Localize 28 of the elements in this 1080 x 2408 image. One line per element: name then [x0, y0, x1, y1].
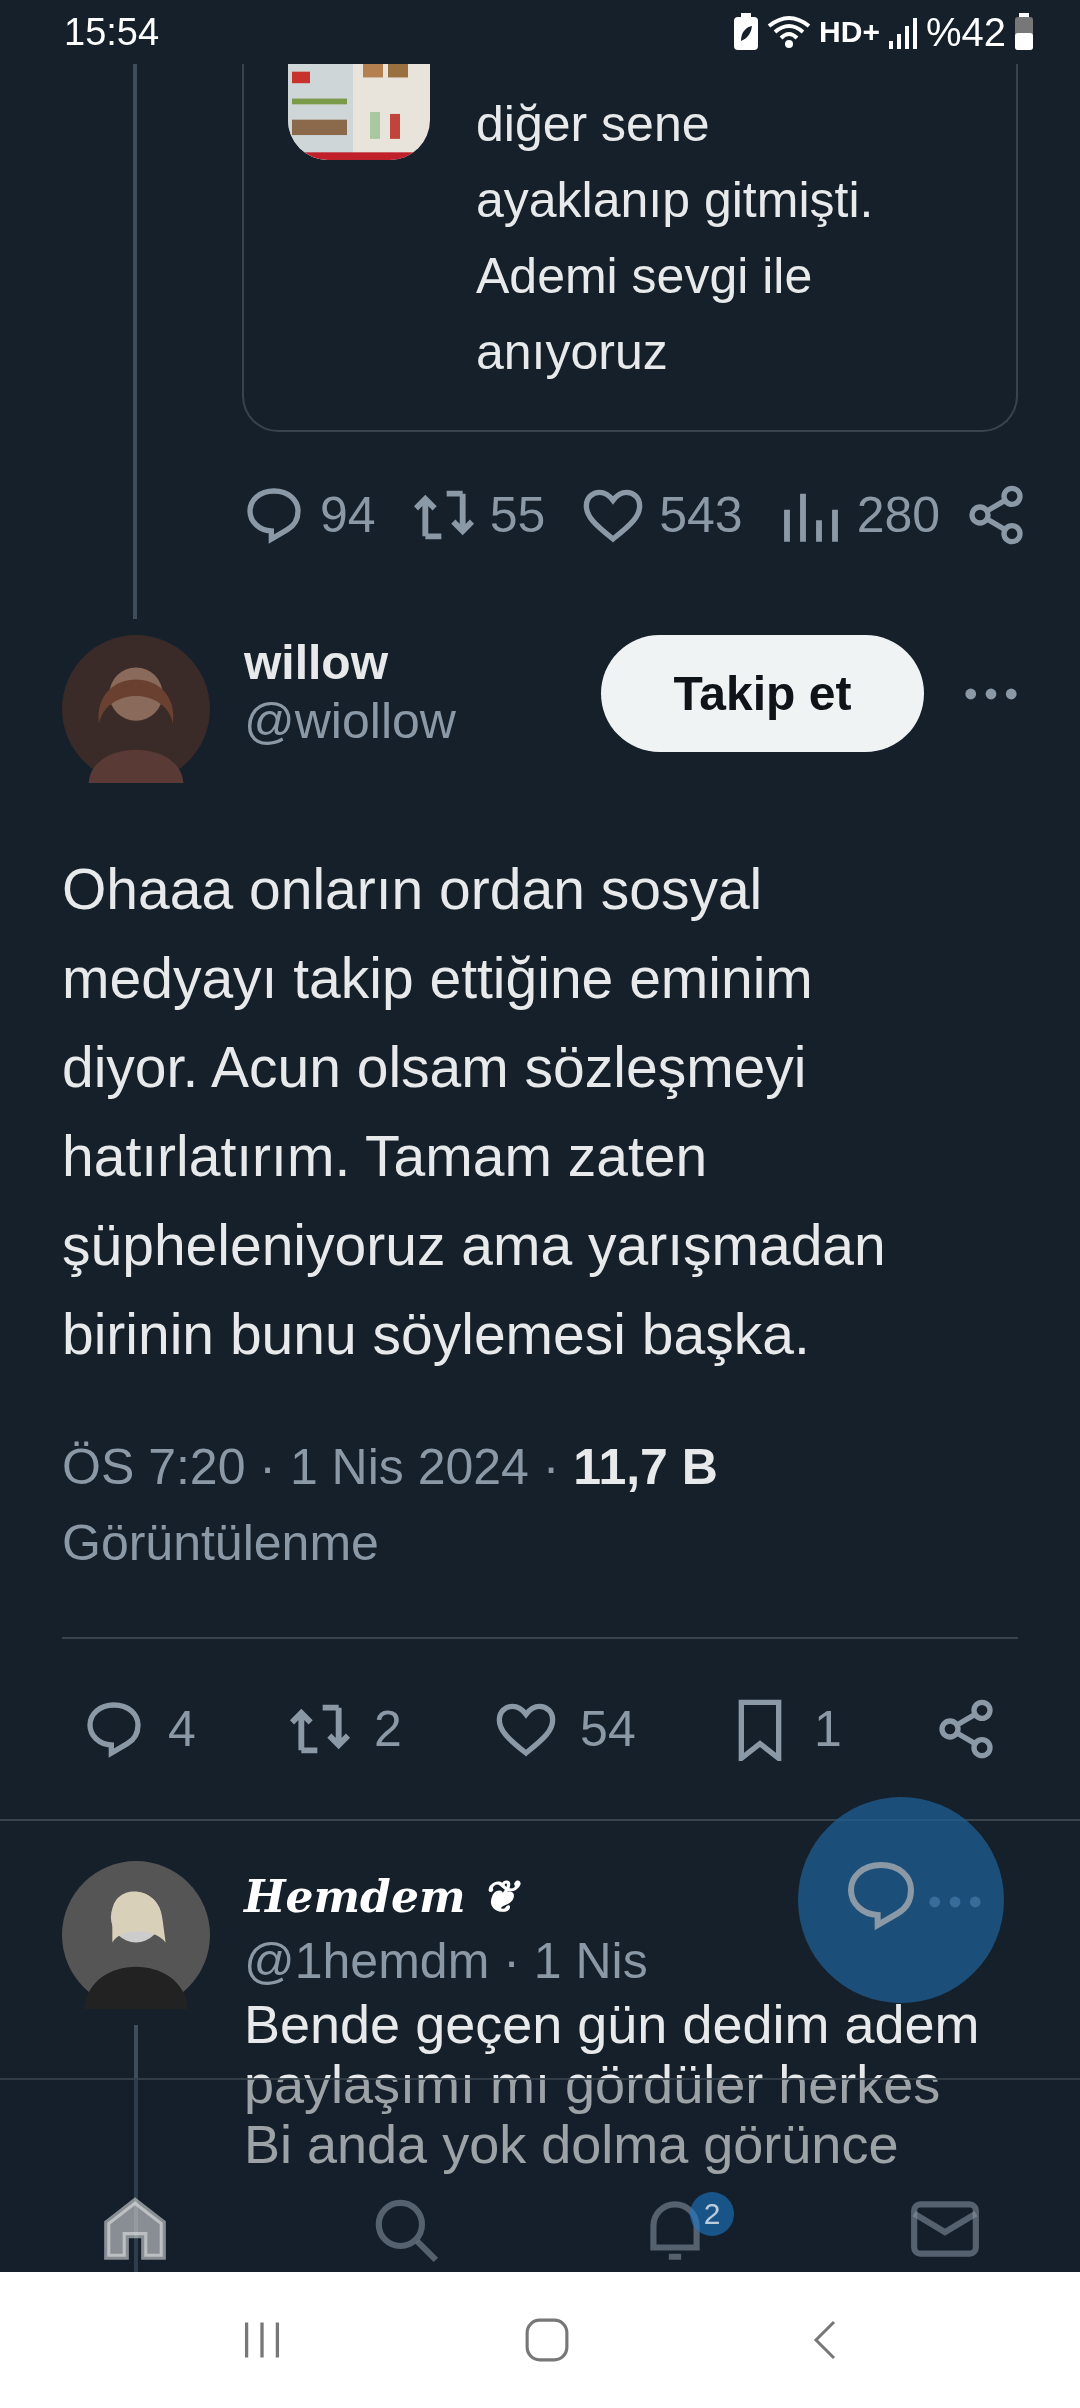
battery-saver-icon [733, 13, 760, 51]
battery-percent: %42 [925, 9, 1006, 55]
notification-badge: 2 [690, 2192, 734, 2236]
reply-count: 94 [320, 486, 376, 544]
home-button-icon[interactable] [524, 2317, 570, 2363]
user-handle[interactable]: @wiollow [244, 692, 601, 750]
wifi-icon [767, 14, 812, 50]
reply-count: 4 [168, 1700, 196, 1758]
user-handle[interactable]: @1hemdm · 1 Nis [244, 1932, 648, 1990]
avatar[interactable] [62, 1861, 210, 2009]
bookmark-count: 1 [813, 1700, 842, 1758]
view-count: 280 [856, 486, 941, 544]
like-count: 543 [659, 486, 743, 544]
battery-icon [1014, 13, 1034, 51]
network-label: HD+ [819, 15, 880, 49]
tweet-meta: ÖS 7:20 · 1 Nis 2024 · 11,7 B Görüntülenme [62, 1438, 719, 1573]
clock: 15:54 [64, 10, 160, 54]
user-name[interactable]: willow [244, 635, 601, 690]
more-icon[interactable] [964, 687, 1018, 701]
retweet-count: 2 [374, 1700, 402, 1758]
signal-icon [887, 15, 918, 49]
tweet-text: Ohaaa onların ordan sosyal medyayı takip ettiğine eminim diyor. Acun olsam sözleşmeyi hatırlatırım. Tamam zaten şüpheleniyoruz ama yarışmadan birinin bunu söylemesi başka. [62, 856, 887, 1368]
reply-text: Bende geçen gün dedim adem paylaşımı mı gördüler herkes Bi anda yok dolma görünce [244, 1994, 980, 2174]
quoted-tweet-text: diğer sene ayaklanıp gitmişti. Ademi sevgi ile anıyoruz [476, 95, 874, 382]
like-count: 54 [580, 1700, 636, 1758]
quoted-tweet-card[interactable]: diğer sene ayaklanıp gitmişti. Ademi sevgi ile anıyoruz [242, 64, 1018, 432]
retweet-count: 55 [489, 486, 546, 544]
follow-button[interactable]: Takip et [601, 635, 924, 752]
